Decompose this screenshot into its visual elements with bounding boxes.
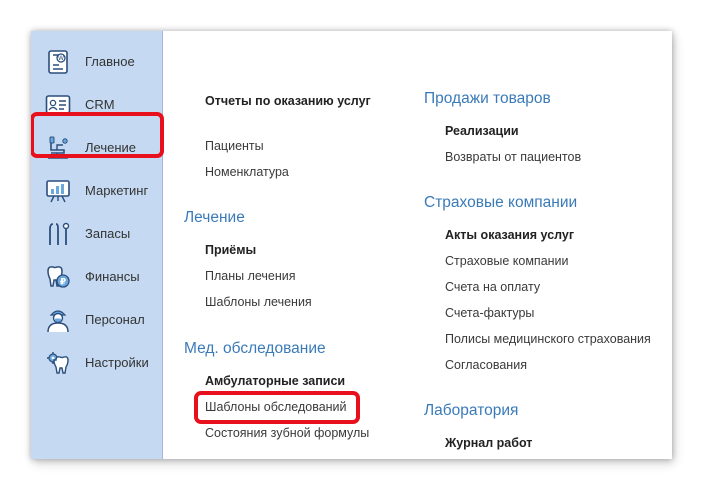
- link-insurance-companies[interactable]: Страховые компании: [445, 254, 569, 268]
- link-dental-formula-states[interactable]: Состояния зубной формулы: [205, 426, 369, 440]
- sidebar-item-staff[interactable]: Персонал: [31, 300, 162, 340]
- sidebar-item-label: Финансы: [85, 269, 140, 284]
- app-window: W Главное CRM Лечение Маркетинг Запасы ₽…: [31, 31, 672, 459]
- link-work-journal[interactable]: Журнал работ: [445, 436, 532, 450]
- chart-board-icon: [46, 180, 70, 203]
- sidebar-item-label: Персонал: [85, 312, 145, 327]
- sidebar-item-stock[interactable]: Запасы: [31, 214, 162, 254]
- link-nomenclature[interactable]: Номенклатура: [205, 165, 289, 179]
- section-heading-treatment: Лечение: [184, 209, 245, 226]
- sidebar-item-label: Лечение: [85, 140, 137, 155]
- svg-text:₽: ₽: [60, 278, 66, 288]
- link-approvals[interactable]: Согласования: [445, 358, 527, 372]
- link-treatment-plans[interactable]: Планы лечения: [205, 269, 296, 283]
- sidebar-item-label: Настройки: [85, 355, 149, 370]
- sidebar-item-label: Запасы: [85, 226, 131, 241]
- id-card-icon: [45, 95, 71, 114]
- content-area: Отчеты по оказанию услуг Пациенты Номенк…: [163, 31, 672, 459]
- link-tax-invoices[interactable]: Счета-фактуры: [445, 306, 534, 320]
- sidebar-item-label: CRM: [85, 97, 115, 112]
- sidebar-item-settings[interactable]: Настройки: [31, 343, 162, 383]
- link-outpatient-records[interactable]: Амбулаторные записи: [205, 374, 345, 388]
- sidebar-item-label: Маркетинг: [85, 183, 149, 198]
- sidebar-item-crm[interactable]: CRM: [31, 85, 162, 125]
- link-appointments[interactable]: Приёмы: [205, 243, 256, 257]
- sidebar-item-treatment[interactable]: Лечение: [31, 128, 162, 168]
- link-insurance-policies[interactable]: Полисы медицинского страхования: [445, 332, 651, 346]
- link-exam-templates[interactable]: Шаблоны обследований: [205, 400, 347, 414]
- link-service-acts[interactable]: Акты оказания услуг: [445, 228, 574, 242]
- sidebar-item-finance[interactable]: ₽ Финансы: [31, 257, 162, 297]
- sidebar-item-main[interactable]: W Главное: [31, 42, 162, 82]
- svg-text:W: W: [58, 55, 64, 62]
- tooth-gear-icon: [47, 352, 69, 374]
- link-patients[interactable]: Пациенты: [205, 139, 264, 153]
- link-sales[interactable]: Реализации: [445, 124, 519, 138]
- link-treatment-templates[interactable]: Шаблоны лечения: [205, 295, 312, 309]
- tooth-coin-icon: ₽: [47, 266, 70, 288]
- section-heading-exam: Мед. обследование: [184, 340, 326, 357]
- dental-tools-icon: [49, 222, 70, 245]
- link-service-reports[interactable]: Отчеты по оказанию услуг: [205, 94, 371, 108]
- section-heading-sales: Продажи товаров: [424, 90, 551, 107]
- link-invoices[interactable]: Счета на оплату: [445, 280, 540, 294]
- section-heading-insurance: Страховые компании: [424, 194, 578, 211]
- dental-chair-icon: [48, 136, 68, 159]
- link-patient-returns[interactable]: Возвраты от пациентов: [445, 150, 581, 164]
- doctor-icon: [47, 310, 69, 333]
- section-heading-lab: Лаборатория: [424, 402, 519, 419]
- sidebar: W Главное CRM Лечение Маркетинг Запасы ₽…: [31, 31, 164, 459]
- sidebar-item-marketing[interactable]: Маркетинг: [31, 171, 162, 211]
- tooth-document-icon: W: [48, 50, 68, 74]
- sidebar-item-label: Главное: [85, 54, 135, 69]
